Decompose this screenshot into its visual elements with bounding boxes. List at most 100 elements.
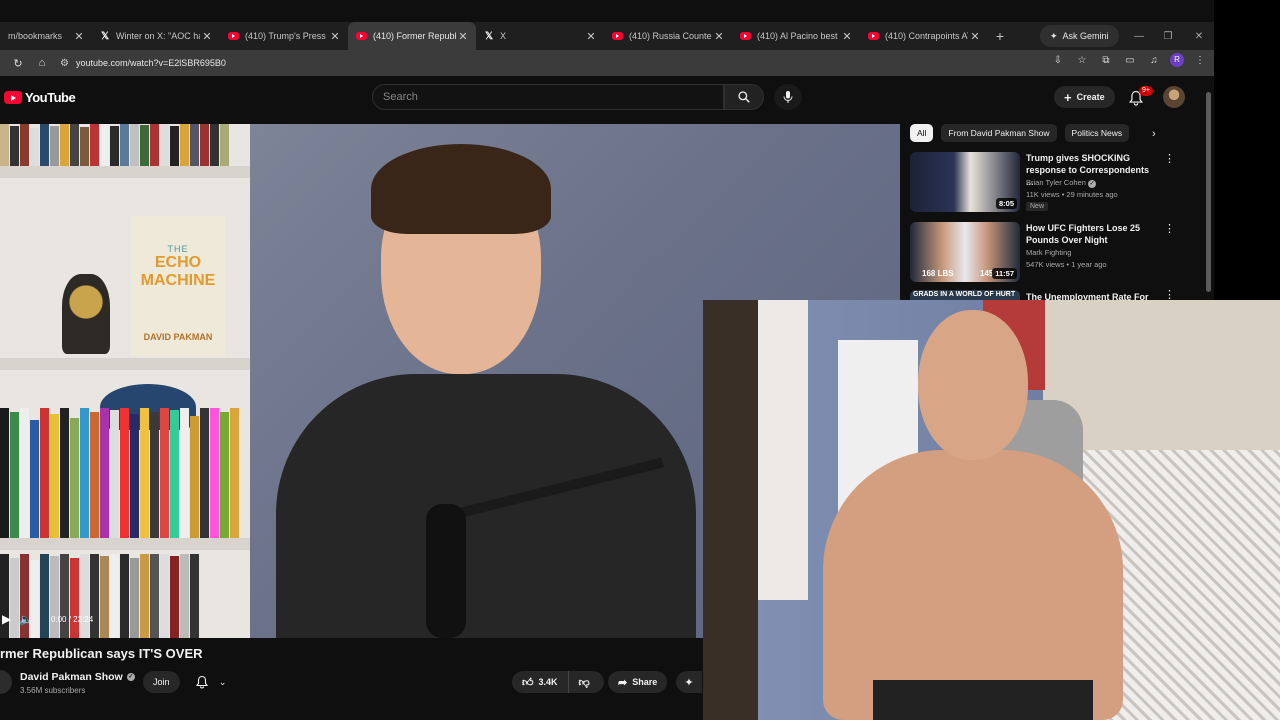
- video-duration: 8:05: [995, 198, 1017, 209]
- share-arrow-icon: ➦: [618, 676, 628, 689]
- host-figure: [246, 124, 706, 638]
- home-icon[interactable]: ⌂: [30, 57, 54, 69]
- share-button[interactable]: ➦ Share: [608, 671, 668, 693]
- youtube-play-icon: [4, 91, 22, 104]
- recommendation-item[interactable]: 8:05 Trump gives SHOCKING response to Co…: [910, 152, 1180, 216]
- video-meta: 11K views • 29 minutes ago: [1026, 190, 1118, 199]
- channel-link[interactable]: David Pakman Show ✓: [20, 671, 135, 683]
- channel-name[interactable]: Brian Tyler Cohen ✓: [1026, 178, 1096, 188]
- close-window-icon[interactable]: ✕: [1184, 22, 1214, 50]
- tab-title: m/bookmarks: [8, 31, 63, 41]
- ask-ai-button[interactable]: ✦: [676, 671, 702, 693]
- close-icon[interactable]: ✕: [72, 30, 86, 43]
- tab-x-aoc[interactable]: 𝕏 Winter on X: "AOC has ✕: [92, 22, 220, 50]
- tab-bookmarks[interactable]: m/bookmarks ✕: [0, 22, 92, 50]
- plus-icon: +: [1064, 89, 1072, 105]
- youtube-favicon-icon: [228, 32, 239, 40]
- more-options-icon[interactable]: ⋮: [1164, 152, 1175, 165]
- chip-all[interactable]: All: [910, 124, 934, 142]
- thumbs-up-icon: 👍︎: [522, 676, 534, 689]
- notification-badge: 9+: [1139, 86, 1153, 96]
- chip-from-channel[interactable]: From David Pakman Show: [941, 124, 1057, 142]
- extensions-icon[interactable]: ⧉: [1098, 55, 1114, 66]
- thumbs-down-icon: 👎︎: [578, 676, 590, 689]
- bookshelf: THE ECHO MACHINE DAVID PAKMAN: [0, 124, 250, 638]
- shelf-board: [0, 166, 250, 178]
- install-app-icon[interactable]: ⇩: [1050, 55, 1066, 66]
- webcam-dark-edge: [703, 300, 758, 720]
- video-thumbnail[interactable]: 8:05: [910, 152, 1020, 212]
- close-icon[interactable]: ✕: [968, 30, 982, 43]
- create-button[interactable]: + Create: [1054, 86, 1115, 108]
- minimize-icon[interactable]: —: [1124, 22, 1154, 50]
- bell-icon: [195, 675, 208, 689]
- like-button[interactable]: 👍︎ 3.4K: [512, 671, 569, 693]
- tab-title: X: [500, 31, 507, 41]
- chevron-down-icon: ⌄: [218, 676, 227, 687]
- sparkle-icon: ✦: [684, 676, 694, 689]
- video-title-main: rmer Republican says IT'S OVER: [0, 646, 203, 661]
- book-title-line2: ECHO MACHINE: [140, 254, 216, 289]
- volume-icon[interactable]: 🔈: [19, 613, 33, 626]
- video-thumbnail[interactable]: GRADS IN A WORLD OF HURT: [910, 290, 1020, 300]
- video-meta: 547K views • 1 year ago: [1026, 260, 1107, 269]
- webcam-person-shorts: [873, 680, 1093, 720]
- close-icon[interactable]: ✕: [584, 30, 598, 43]
- menu-kebab-icon[interactable]: ⋮: [1192, 55, 1208, 66]
- url-field[interactable]: ⚙ youtube.com/watch?v=E2lSBR695B0: [60, 53, 1010, 73]
- scrollbar-thumb[interactable]: [1206, 92, 1211, 292]
- youtube-favicon-icon: [356, 32, 367, 40]
- join-button[interactable]: Join: [143, 671, 180, 693]
- ask-gemini-button[interactable]: ✦ Ask Gemini: [1040, 25, 1119, 47]
- account-avatar[interactable]: [1163, 86, 1185, 108]
- play-icon[interactable]: ▶: [2, 612, 11, 626]
- player-controls: ▶ 🔈 0:00 / 23:24: [0, 610, 700, 628]
- book-cover-echo-machine: THE ECHO MACHINE DAVID PAKMAN: [131, 216, 225, 356]
- youtube-logo[interactable]: YouTube: [4, 90, 76, 105]
- tab-al-pacino[interactable]: (410) Al Pacino best sp ✕: [732, 22, 860, 50]
- close-icon[interactable]: ✕: [200, 30, 214, 43]
- search-button[interactable]: [724, 84, 764, 110]
- channel-avatar[interactable]: [0, 670, 12, 694]
- book-title-line1: THE: [167, 244, 189, 254]
- close-icon[interactable]: ✕: [456, 30, 470, 43]
- video-title[interactable]: The Unemployment Rate For: [1026, 291, 1156, 300]
- media-controls-icon[interactable]: ♫: [1146, 55, 1162, 66]
- bookmark-star-icon[interactable]: ☆: [1074, 55, 1090, 66]
- tab-title: (410) Former Republica: [373, 31, 456, 41]
- book-row: [0, 124, 229, 166]
- close-icon[interactable]: ✕: [328, 30, 342, 43]
- toolbar-icons: ⇩ ☆ ⧉ ▭ ♫ R ⋮: [1050, 53, 1208, 67]
- site-info-icon[interactable]: ⚙: [60, 58, 76, 69]
- chevron-right-icon[interactable]: ›: [1152, 128, 1156, 140]
- more-options-icon[interactable]: ⋮: [1164, 290, 1175, 300]
- voice-search-button[interactable]: [774, 84, 802, 110]
- more-options-icon[interactable]: ⋮: [1164, 222, 1175, 235]
- recommendation-item[interactable]: 168 LBS 145 11:57 How UFC Fighters Lose …: [910, 222, 1180, 286]
- tab-contrapoints[interactable]: (410) Contrapoints ATT ✕: [860, 22, 988, 50]
- tab-former-republican[interactable]: (410) Former Republica ✕: [348, 22, 476, 50]
- side-panel-icon[interactable]: ▭: [1122, 55, 1138, 66]
- page-scrollbar[interactable]: [1204, 80, 1212, 300]
- webcam-person-head: [918, 310, 1028, 460]
- profile-avatar[interactable]: R: [1170, 53, 1184, 67]
- subscription-bell-button[interactable]: ⌄: [190, 671, 232, 693]
- close-icon[interactable]: ✕: [712, 30, 726, 43]
- channel-name[interactable]: Mark Fighting: [1026, 248, 1071, 257]
- video-title[interactable]: How UFC Fighters Lose 25 Pounds Over Nig…: [1026, 222, 1156, 246]
- search-input[interactable]: [372, 84, 724, 110]
- chip-politics-news[interactable]: Politics News: [1064, 124, 1130, 142]
- close-icon[interactable]: ✕: [840, 30, 854, 43]
- video-thumbnail[interactable]: 168 LBS 145 11:57: [910, 222, 1020, 282]
- like-dislike-group: 👍︎ 3.4K 👎︎: [512, 671, 604, 693]
- new-tab-button[interactable]: +: [988, 28, 1012, 44]
- reload-icon[interactable]: ↻: [6, 57, 30, 70]
- dislike-button[interactable]: 👎︎: [569, 676, 600, 689]
- tab-x[interactable]: 𝕏 X ✕: [476, 22, 604, 50]
- time-display: 0:00 / 23:24: [50, 614, 94, 624]
- tab-trump-press[interactable]: (410) Trump's Press Din ✕: [220, 22, 348, 50]
- restore-icon[interactable]: ❐: [1153, 22, 1183, 50]
- like-count: 3.4K: [538, 677, 558, 687]
- recommendation-item[interactable]: GRADS IN A WORLD OF HURT The Unemploymen…: [910, 290, 1180, 300]
- tab-russia[interactable]: (410) Russia Counteratt ✕: [604, 22, 732, 50]
